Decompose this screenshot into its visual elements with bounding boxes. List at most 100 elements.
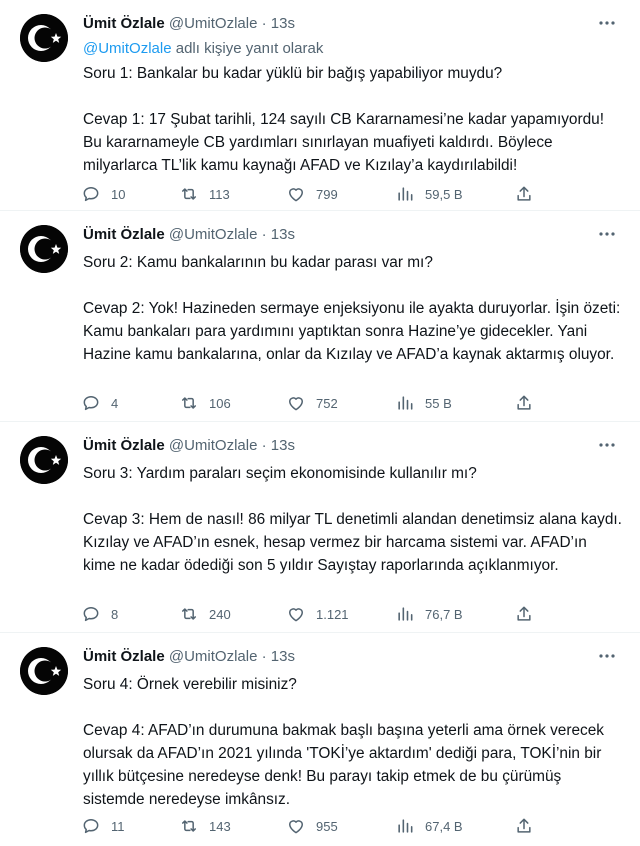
- more-icon: [599, 443, 615, 447]
- tweet-text: Soru 3: Yardım paraları seçim ekonomisin…: [83, 465, 622, 574]
- like-button[interactable]: 1.121: [286, 602, 349, 626]
- reply-button[interactable]: 11: [81, 814, 125, 838]
- retweet-button[interactable]: 143: [179, 814, 231, 838]
- more-icon: [599, 654, 615, 658]
- avatar[interactable]: [20, 14, 68, 62]
- retweet-count: 240: [209, 606, 231, 622]
- retweet-count: 106: [209, 395, 231, 411]
- share-icon: [517, 818, 531, 833]
- heart-icon: [289, 397, 303, 411]
- reply-button[interactable]: 10: [81, 182, 125, 206]
- avatar[interactable]: [20, 436, 68, 484]
- view-count: 59,5 B: [425, 186, 463, 202]
- share-icon: [517, 186, 531, 201]
- tweet[interactable]: Ümit Özlale @UmitOzlale · 13s Soru 3: Ya…: [0, 422, 640, 633]
- tweet-header: Ümit Özlale @UmitOzlale · 13s: [83, 225, 620, 245]
- tweet[interactable]: Ümit Özlale @UmitOzlale · 13s @UmitOzlal…: [0, 0, 640, 211]
- more-options-button[interactable]: [592, 219, 622, 249]
- author-name[interactable]: Ümit Özlale: [83, 437, 165, 454]
- tweet-actions: 8 240 1.121 76,7 B: [81, 602, 620, 626]
- reply-icon: [83, 819, 99, 834]
- more-options-button[interactable]: [592, 641, 622, 671]
- views-button[interactable]: 67,4 B: [395, 814, 463, 838]
- author-name[interactable]: Ümit Özlale: [83, 648, 165, 665]
- crescent-star-icon: [20, 647, 68, 695]
- crescent-star-icon: [20, 436, 68, 484]
- separator-dot: ·: [261, 648, 267, 665]
- retweet-button[interactable]: 113: [179, 182, 230, 206]
- avatar[interactable]: [20, 647, 68, 695]
- timestamp[interactable]: 13s: [271, 226, 295, 243]
- like-count: 799: [316, 186, 338, 202]
- views-button[interactable]: 59,5 B: [395, 182, 463, 206]
- share-button[interactable]: [514, 814, 534, 838]
- tweet[interactable]: Ümit Özlale @UmitOzlale · 13s Soru 2: Ka…: [0, 211, 640, 422]
- like-count: 1.121: [316, 606, 349, 622]
- tweet-text: Soru 1: Bankalar bu kadar yüklü bir bağı…: [83, 65, 604, 174]
- avatar[interactable]: [20, 225, 68, 273]
- tweet-header: Ümit Özlale @UmitOzlale · 13s: [83, 436, 620, 456]
- separator-dot: ·: [261, 226, 267, 243]
- crescent-star-icon: [20, 14, 68, 62]
- more-options-button[interactable]: [592, 430, 622, 460]
- reply-to-link[interactable]: @UmitOzlale: [83, 40, 172, 57]
- share-button[interactable]: [514, 182, 534, 206]
- like-button[interactable]: 799: [286, 182, 338, 206]
- view-count: 55 B: [425, 395, 452, 411]
- share-icon: [517, 606, 531, 621]
- retweet-icon: [182, 188, 196, 200]
- reply-button[interactable]: 8: [81, 602, 118, 626]
- retweet-button[interactable]: 240: [179, 602, 231, 626]
- timestamp[interactable]: 13s: [271, 437, 295, 454]
- heart-icon: [289, 608, 303, 622]
- tweet-header: Ümit Özlale @UmitOzlale · 13s: [83, 14, 620, 34]
- analytics-icon: [398, 819, 413, 833]
- view-count: 67,4 B: [425, 818, 463, 834]
- author-handle[interactable]: @UmitOzlale: [169, 15, 258, 32]
- reply-button[interactable]: 4: [81, 391, 118, 415]
- heart-icon: [289, 188, 303, 202]
- tweet-text: Soru 2: Kamu bankalarının bu kadar paras…: [83, 254, 621, 363]
- share-button[interactable]: [514, 391, 534, 415]
- tweet[interactable]: Ümit Özlale @UmitOzlale · 13s Soru 4: Ör…: [0, 633, 640, 846]
- analytics-icon: [398, 607, 413, 621]
- more-icon: [599, 232, 615, 236]
- separator-dot: ·: [261, 15, 267, 32]
- retweet-icon: [182, 608, 196, 620]
- tweet-actions: 11 143 955 67,4 B: [81, 814, 620, 838]
- reply-count: 10: [111, 186, 126, 202]
- like-button[interactable]: 752: [286, 391, 338, 415]
- author-name[interactable]: Ümit Özlale: [83, 15, 165, 32]
- views-button[interactable]: 76,7 B: [395, 602, 463, 626]
- like-button[interactable]: 955: [286, 814, 338, 838]
- analytics-icon: [398, 187, 413, 201]
- author-name[interactable]: Ümit Özlale: [83, 226, 165, 243]
- more-options-button[interactable]: [592, 8, 622, 38]
- author-handle[interactable]: @UmitOzlale: [169, 437, 258, 454]
- author-handle[interactable]: @UmitOzlale: [169, 648, 258, 665]
- retweet-icon: [182, 397, 196, 409]
- reply-to-suffix: adlı kişiye yanıt olarak: [171, 40, 324, 57]
- tweet-actions: 4 106 752 55 B: [81, 391, 620, 415]
- reply-icon: [83, 607, 99, 622]
- share-button[interactable]: [514, 602, 534, 626]
- timestamp[interactable]: 13s: [271, 648, 295, 665]
- reply-icon: [83, 187, 99, 202]
- crescent-star-icon: [20, 225, 68, 273]
- retweet-count: 143: [209, 818, 231, 834]
- views-button[interactable]: 55 B: [395, 391, 452, 415]
- like-count: 955: [316, 818, 338, 834]
- view-count: 76,7 B: [425, 606, 463, 622]
- analytics-icon: [398, 396, 413, 410]
- heart-icon: [289, 820, 303, 834]
- share-icon: [517, 395, 531, 410]
- tweet-text: Soru 4: Örnek verebilir misiniz? Cevap 4…: [83, 676, 604, 808]
- reply-count: 4: [111, 395, 119, 411]
- retweet-icon: [182, 820, 196, 832]
- reply-count: 11: [111, 818, 125, 834]
- retweet-button[interactable]: 106: [179, 391, 231, 415]
- more-icon: [599, 21, 615, 25]
- retweet-count: 113: [209, 186, 230, 202]
- timestamp[interactable]: 13s: [271, 15, 295, 32]
- author-handle[interactable]: @UmitOzlale: [169, 226, 258, 243]
